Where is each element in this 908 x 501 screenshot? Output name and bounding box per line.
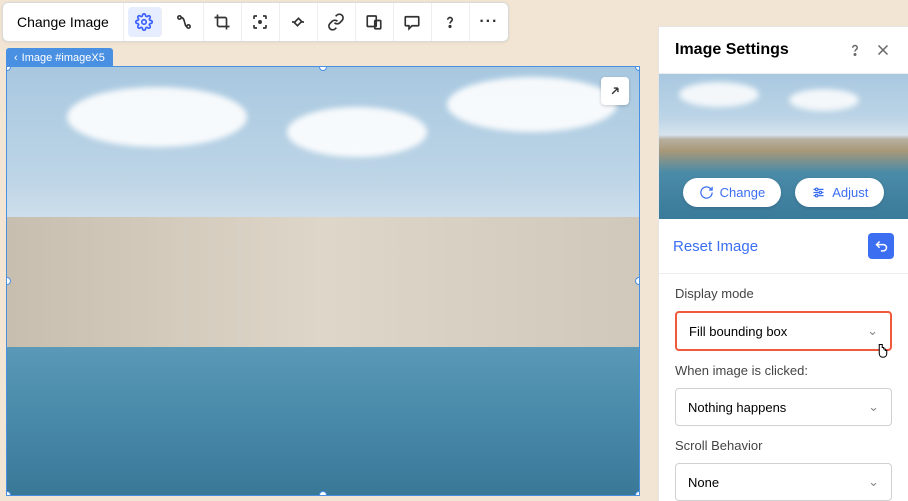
breadcrumb-label: Image #imageX5 — [22, 52, 105, 64]
breadcrumb[interactable]: ‹ Image #imageX5 — [6, 48, 113, 68]
scroll-behavior-select[interactable]: None ⌄ — [675, 463, 892, 501]
change-button-label: Change — [720, 185, 766, 200]
adjust-button[interactable]: Adjust — [795, 178, 884, 207]
help-icon[interactable] — [846, 41, 864, 59]
image-toolbar: Change Image ··· — [2, 2, 509, 42]
scroll-behavior-label: Scroll Behavior — [675, 438, 892, 453]
resize-handle[interactable] — [6, 491, 11, 496]
responsive-icon[interactable] — [356, 3, 394, 41]
on-click-section: When image is clicked: Nothing happens ⌄ — [659, 351, 908, 426]
link-icon[interactable] — [318, 3, 356, 41]
resize-handle[interactable] — [635, 66, 640, 71]
on-click-value: Nothing happens — [688, 400, 786, 415]
expand-icon[interactable] — [601, 77, 629, 105]
settings-icon[interactable] — [128, 7, 162, 37]
help-icon[interactable] — [432, 3, 470, 41]
resize-handle[interactable] — [6, 66, 11, 71]
resize-handle[interactable] — [635, 491, 640, 496]
more-icon[interactable]: ··· — [470, 3, 508, 41]
panel-title: Image Settings — [675, 41, 836, 59]
path-tool-icon[interactable] — [166, 3, 204, 41]
panel-header: Image Settings — [659, 27, 908, 74]
chevron-down-icon: ⌄ — [868, 399, 879, 415]
display-mode-section: Display mode Fill bounding box ⌄ — [659, 274, 908, 351]
chevron-down-icon: ⌄ — [868, 474, 879, 490]
undo-icon[interactable] — [868, 233, 894, 259]
selected-image[interactable] — [6, 66, 640, 496]
focal-point-icon[interactable] — [242, 3, 280, 41]
image-settings-panel: Image Settings Change Adjust Reset Image — [658, 26, 908, 501]
change-button[interactable]: Change — [683, 178, 782, 207]
comment-icon[interactable] — [394, 3, 432, 41]
change-image-button[interactable]: Change Image — [3, 3, 124, 41]
chevron-down-icon: ⌄ — [867, 323, 878, 339]
adjust-button-label: Adjust — [832, 185, 868, 200]
resize-handle[interactable] — [635, 277, 640, 285]
display-mode-value: Fill bounding box — [689, 324, 787, 339]
on-click-label: When image is clicked: — [675, 363, 892, 378]
close-icon[interactable] — [874, 41, 892, 59]
chevron-left-icon: ‹ — [14, 52, 18, 64]
reset-image-link[interactable]: Reset Image — [673, 238, 868, 255]
mask-icon[interactable] — [280, 3, 318, 41]
scroll-behavior-section: Scroll Behavior None ⌄ — [659, 426, 908, 501]
resize-handle[interactable] — [319, 66, 327, 71]
display-mode-label: Display mode — [675, 286, 892, 301]
display-mode-select[interactable]: Fill bounding box ⌄ — [675, 311, 892, 351]
crop-icon[interactable] — [204, 3, 242, 41]
resize-handle[interactable] — [319, 491, 327, 496]
on-click-select[interactable]: Nothing happens ⌄ — [675, 388, 892, 426]
image-preview: Change Adjust — [659, 74, 908, 219]
scroll-behavior-value: None — [688, 475, 719, 490]
